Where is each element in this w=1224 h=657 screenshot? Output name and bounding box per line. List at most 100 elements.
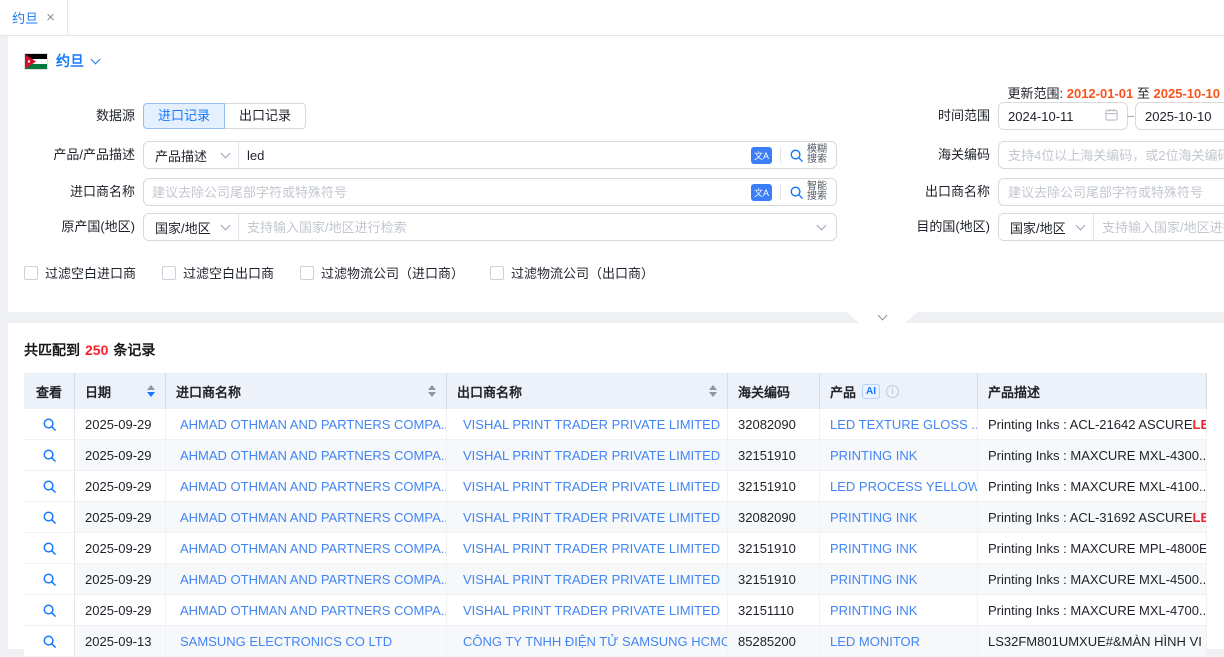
country-selector[interactable]: 约旦 bbox=[24, 51, 99, 71]
importer-link[interactable]: AHMAD OTHMAN AND PARTNERS COMPA... bbox=[180, 448, 447, 463]
importer-name-input[interactable] bbox=[144, 185, 751, 200]
destination-country-select[interactable]: 国家/地区 bbox=[999, 214, 1094, 240]
product-link[interactable]: PRINTING INK bbox=[830, 603, 917, 618]
update-range-to: 2025-10-10 bbox=[1154, 86, 1221, 101]
hs-code-input[interactable] bbox=[998, 141, 1224, 169]
importer-link[interactable]: AHMAD OTHMAN AND PARTNERS COMPA... bbox=[180, 603, 447, 618]
row-hs-code: 32151110 bbox=[728, 595, 820, 625]
row-desc: LS32FM801UMXUE#&MÀN HÌNH VI ... bbox=[978, 626, 1207, 656]
col-exporter-sort[interactable]: 出口商名称 bbox=[447, 373, 728, 409]
translate-icon[interactable]: 文A bbox=[751, 147, 772, 164]
exporter-link[interactable]: VISHAL PRINT TRADER PRIVATE LIMITED bbox=[463, 448, 720, 463]
exporter-link[interactable]: VISHAL PRINT TRADER PRIVATE LIMITED bbox=[463, 417, 720, 432]
row-view-search-icon[interactable] bbox=[42, 479, 57, 494]
row-desc: Printing Inks : MAXCURE MXL-4500... bbox=[978, 564, 1207, 594]
product-link[interactable]: LED MONITOR bbox=[830, 634, 920, 649]
row-view-search-icon[interactable] bbox=[42, 603, 57, 618]
destination-select-value: 国家/地区 bbox=[1010, 218, 1066, 237]
results-summary: 共匹配到250条记录 bbox=[24, 340, 155, 360]
sort-icons[interactable] bbox=[422, 385, 436, 397]
row-view-search-icon[interactable] bbox=[42, 510, 57, 525]
filter-checkbox-item[interactable]: 过滤空白进口商 bbox=[24, 263, 136, 282]
export-records-button[interactable]: 出口记录 bbox=[224, 103, 306, 129]
chevron-down-icon bbox=[877, 311, 887, 321]
row-date: 2025-09-29 bbox=[75, 502, 166, 532]
importer-label: 进口商名称 bbox=[8, 178, 135, 206]
filter-checkbox-item[interactable]: 过滤空白出口商 bbox=[162, 263, 274, 282]
translate-icon[interactable]: 文A bbox=[751, 184, 772, 201]
row-exporter: VISHAL PRINT TRADER PRIVATE LIMITED bbox=[447, 440, 728, 470]
exporter-link[interactable]: VISHAL PRINT TRADER PRIVATE LIMITED bbox=[463, 603, 720, 618]
sort-icons[interactable] bbox=[141, 385, 155, 397]
table-row: 2025-09-29 AHMAD OTHMAN AND PARTNERS COMP… bbox=[24, 471, 1207, 502]
row-desc: Printing Inks : MAXCURE MXL-4100... bbox=[978, 471, 1207, 501]
row-importer: AHMAD OTHMAN AND PARTNERS COMPA... bbox=[166, 595, 447, 625]
row-importer: AHMAD OTHMAN AND PARTNERS COMPA... bbox=[166, 564, 447, 594]
import-records-button[interactable]: 进口记录 bbox=[143, 103, 225, 129]
row-view-search-icon[interactable] bbox=[42, 448, 57, 463]
chevron-down-icon bbox=[221, 148, 231, 158]
product-link[interactable]: PRINTING INK bbox=[830, 510, 917, 525]
importer-link[interactable]: AHMAD OTHMAN AND PARTNERS COMPA... bbox=[180, 572, 447, 587]
exporter-link[interactable]: VISHAL PRINT TRADER PRIVATE LIMITED bbox=[463, 541, 720, 556]
checkbox[interactable] bbox=[490, 266, 504, 280]
exporter-link[interactable]: CÔNG TY TNHH ĐIỆN TỬ SAMSUNG HCMC... bbox=[463, 634, 728, 649]
tab-jordan[interactable]: 约旦 × bbox=[0, 0, 68, 35]
row-importer: AHMAD OTHMAN AND PARTNERS COMPA... bbox=[166, 502, 447, 532]
product-search-input[interactable] bbox=[239, 148, 751, 163]
col-date-sort[interactable]: 日期 bbox=[75, 373, 166, 409]
product-link[interactable]: PRINTING INK bbox=[830, 541, 917, 556]
product-link[interactable]: LED PROCESS YELLOW... bbox=[830, 479, 978, 494]
row-view-search-icon[interactable] bbox=[42, 634, 57, 649]
product-link[interactable]: PRINTING INK bbox=[830, 448, 917, 463]
col-importer-sort[interactable]: 进口商名称 bbox=[166, 373, 447, 409]
row-view-search-icon[interactable] bbox=[42, 417, 57, 432]
sort-icons[interactable] bbox=[703, 385, 717, 397]
importer-link[interactable]: AHMAD OTHMAN AND PARTNERS COMPA... bbox=[180, 510, 447, 525]
info-icon[interactable]: i bbox=[886, 385, 899, 398]
divider bbox=[780, 184, 781, 200]
row-exporter: VISHAL PRINT TRADER PRIVATE LIMITED bbox=[447, 595, 728, 625]
date-to-value: 2025-10-10 bbox=[1145, 109, 1224, 124]
date-from-input[interactable]: 2024-10-11 bbox=[998, 102, 1128, 130]
tab-close-icon[interactable]: × bbox=[46, 10, 55, 25]
importer-link[interactable]: SAMSUNG ELECTRONICS CO LTD bbox=[180, 634, 392, 649]
desc-text: Printing Inks : ACL-31692 ASCURE bbox=[988, 510, 1193, 525]
product-link[interactable]: LED TEXTURE GLOSS ... bbox=[830, 417, 978, 432]
row-view-cell bbox=[24, 440, 75, 470]
checkbox[interactable] bbox=[300, 266, 314, 280]
importer-link[interactable]: AHMAD OTHMAN AND PARTNERS COMPA... bbox=[180, 479, 447, 494]
filter-checkbox-item[interactable]: 过滤物流公司（出口商） bbox=[490, 263, 654, 282]
fuzzy-search-line2: 搜索 bbox=[807, 154, 827, 165]
destination-search-input[interactable] bbox=[1094, 220, 1224, 235]
checkbox[interactable] bbox=[24, 266, 38, 280]
importer-link[interactable]: AHMAD OTHMAN AND PARTNERS COMPA... bbox=[180, 541, 447, 556]
exporter-link[interactable]: VISHAL PRINT TRADER PRIVATE LIMITED bbox=[463, 479, 720, 494]
fuzzy-search-button[interactable]: 模糊 搜索 bbox=[789, 145, 836, 165]
date-to-input[interactable]: 2025-10-10 bbox=[1135, 102, 1224, 130]
exporter-link[interactable]: VISHAL PRINT TRADER PRIVATE LIMITED bbox=[463, 572, 720, 587]
importer-link[interactable]: AHMAD OTHMAN AND PARTNERS COMPA... bbox=[180, 417, 447, 432]
row-hs-code: 32082090 bbox=[728, 409, 820, 439]
row-hs-code: 32151910 bbox=[728, 564, 820, 594]
exporter-name-input[interactable] bbox=[998, 178, 1224, 206]
row-view-search-icon[interactable] bbox=[42, 572, 57, 587]
origin-country-select[interactable]: 国家/地区 bbox=[144, 214, 239, 240]
exporter-link[interactable]: VISHAL PRINT TRADER PRIVATE LIMITED bbox=[463, 510, 720, 525]
table-row: 2025-09-29AHMAD OTHMAN AND PARTNERS COMP… bbox=[24, 564, 1207, 595]
filter-checkbox-row: 过滤空白进口商 过滤空白出口商 过滤物流公司（进口商） 过滤物流公司（出口商） bbox=[24, 263, 654, 282]
row-view-search-icon[interactable] bbox=[42, 541, 57, 556]
importer-search-group: 文A 智能 搜索 bbox=[143, 178, 837, 206]
product-field-select[interactable]: 产品描述 bbox=[144, 142, 239, 168]
product-link[interactable]: PRINTING INK bbox=[830, 572, 917, 587]
row-desc: Printing Inks : MAXCURE MXL-4700... bbox=[978, 595, 1207, 625]
row-exporter: VISHAL PRINT TRADER PRIVATE LIMITED bbox=[447, 564, 728, 594]
smart-search-button[interactable]: 智能 搜索 bbox=[789, 182, 836, 202]
row-date: 2025-09-29 bbox=[75, 471, 166, 501]
origin-search-input[interactable] bbox=[239, 220, 818, 235]
filter-checkbox-item[interactable]: 过滤物流公司（进口商） bbox=[300, 263, 464, 282]
row-desc: Printing Inks : MAXCURE MPL-4800E... bbox=[978, 533, 1207, 563]
table-row: 2025-09-29AHMAD OTHMAN AND PARTNERS COMP… bbox=[24, 595, 1207, 626]
origin-select-value: 国家/地区 bbox=[155, 218, 211, 237]
checkbox[interactable] bbox=[162, 266, 176, 280]
